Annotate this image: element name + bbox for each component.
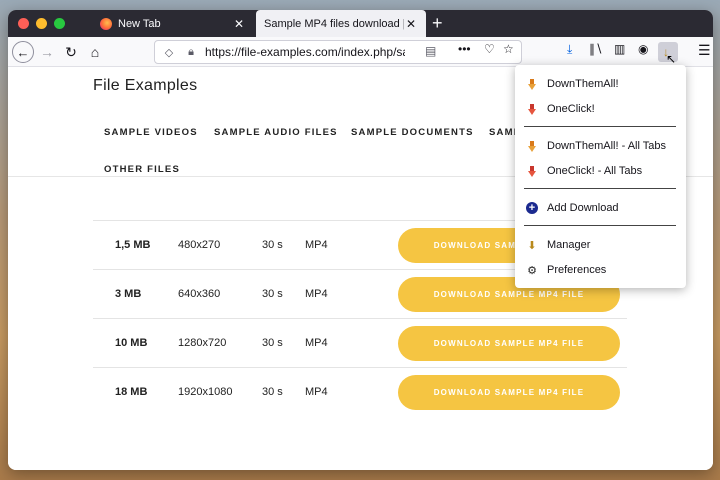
reload-button[interactable]: ↻ xyxy=(62,42,80,62)
shield-icon[interactable]: ◇ xyxy=(161,46,177,59)
menu-item-preferences[interactable]: ⚙︎ Preferences xyxy=(525,260,606,280)
extension-menu: DownThemAll! OneClick! DownThemAll! - Al… xyxy=(515,65,686,288)
nav-other-files[interactable]: OTHER FILES xyxy=(104,164,180,175)
oneclick-icon xyxy=(525,102,539,116)
back-button[interactable]: ← xyxy=(12,41,34,63)
file-resolution: 640x360 xyxy=(178,288,221,300)
file-size: 1,5 MB xyxy=(115,239,151,251)
new-tab-button[interactable]: + xyxy=(432,13,443,34)
file-resolution: 1920x1080 xyxy=(178,386,233,398)
tab-close-icon[interactable]: ✕ xyxy=(404,17,418,31)
oneclick-icon xyxy=(525,164,539,178)
pocket-icon[interactable]: ♡ xyxy=(484,42,495,56)
menu-item-oneclick[interactable]: OneClick! xyxy=(525,99,595,119)
lock-icon[interactable]: 🔒︎ xyxy=(183,46,199,59)
download-button[interactable]: DOWNLOAD SAMPLE MP4 FILE xyxy=(398,375,620,410)
file-format: MP4 xyxy=(305,288,328,300)
window-controls xyxy=(18,18,65,29)
downloads-icon[interactable]: ⤓ xyxy=(567,42,572,57)
menu-item-add-download[interactable]: + Add Download xyxy=(525,198,619,218)
tab-strip: New Tab ✕ Sample MP4 files download | Fi… xyxy=(8,10,713,37)
menu-item-label: DownThemAll! xyxy=(547,78,619,90)
tab-sample-mp4[interactable]: Sample MP4 files download | File Ex ✕ xyxy=(256,10,426,37)
forward-button[interactable]: → xyxy=(38,42,56,62)
menu-item-label: Manager xyxy=(547,239,591,251)
file-resolution: 480x270 xyxy=(178,239,221,251)
menu-separator xyxy=(524,126,676,127)
nav-sample-documents[interactable]: SAMPLE DOCUMENTS xyxy=(351,127,474,138)
maximize-window-button[interactable] xyxy=(54,18,65,29)
reader-view-icon[interactable]: ▤ xyxy=(425,44,436,58)
file-format: MP4 xyxy=(305,239,328,251)
file-format: MP4 xyxy=(305,337,328,349)
menu-item-label: OneClick! xyxy=(547,103,595,115)
file-size: 10 MB xyxy=(115,337,148,349)
menu-separator xyxy=(524,225,676,226)
table-row: 10 MB 1280x720 30 s MP4 DOWNLOAD SAMPLE … xyxy=(93,318,627,367)
tab-title: Sample MP4 files download | File Ex xyxy=(264,17,404,30)
minimize-window-button[interactable] xyxy=(36,18,47,29)
file-duration: 30 s xyxy=(262,288,283,300)
home-button[interactable]: ⌂ xyxy=(86,42,104,62)
menu-item-oneclick-all-tabs[interactable]: OneClick! - All Tabs xyxy=(525,161,642,181)
sidebar-icon[interactable]: ▥ xyxy=(614,42,625,56)
manager-icon: ⬇︎ xyxy=(527,239,537,252)
tab-new-tab[interactable]: New Tab ✕ xyxy=(92,10,254,37)
downthemall-icon xyxy=(525,77,539,91)
menu-item-label: OneClick! - All Tabs xyxy=(547,165,643,177)
page-actions-icon[interactable]: ••• xyxy=(458,42,471,56)
download-button[interactable]: DOWNLOAD SAMPLE MP4 FILE xyxy=(398,326,620,361)
menu-item-label: Preferences xyxy=(547,264,607,276)
bookmark-star-icon[interactable]: ☆ xyxy=(503,42,514,56)
menu-item-manager[interactable]: ⬇︎ Manager xyxy=(525,235,590,255)
file-duration: 30 s xyxy=(262,386,283,398)
app-menu-icon[interactable]: ☰ xyxy=(698,42,711,59)
menu-item-label: Add Download xyxy=(547,202,619,214)
nav-sample-videos[interactable]: SAMPLE VIDEOS xyxy=(104,127,198,138)
table-row: 18 MB 1920x1080 30 s MP4 DOWNLOAD SAMPLE… xyxy=(93,367,627,416)
library-icon[interactable]: ∥∖ xyxy=(589,42,603,56)
menu-item-downthemall[interactable]: DownThemAll! xyxy=(525,74,619,94)
menu-item-label: DownThemAll! - All Tabs xyxy=(547,140,667,152)
file-size: 18 MB xyxy=(115,386,148,398)
menu-item-downthemall-all-tabs[interactable]: DownThemAll! - All Tabs xyxy=(525,136,666,156)
tab-close-icon[interactable]: ✕ xyxy=(232,17,246,31)
file-format: MP4 xyxy=(305,386,328,398)
downthemall-icon xyxy=(525,139,539,153)
site-title[interactable]: File Examples xyxy=(93,77,197,95)
close-window-button[interactable] xyxy=(18,18,29,29)
add-icon: + xyxy=(525,201,539,215)
account-icon[interactable]: ◉ xyxy=(638,42,648,56)
navigation-bar: ← → ↻ ⌂ ◇ 🔒︎ https://file-examples.com/i… xyxy=(8,37,713,67)
file-duration: 30 s xyxy=(262,337,283,349)
tab-title: New Tab xyxy=(118,17,161,30)
file-duration: 30 s xyxy=(262,239,283,251)
gear-icon: ⚙︎ xyxy=(527,264,537,277)
url-text[interactable]: https://file-examples.com/index.php/samp xyxy=(205,45,405,59)
nav-sample-audio[interactable]: SAMPLE AUDIO FILES xyxy=(214,127,338,138)
file-size: 3 MB xyxy=(115,288,142,300)
file-resolution: 1280x720 xyxy=(178,337,227,349)
mouse-cursor-icon: ↖ xyxy=(666,52,677,66)
firefox-icon xyxy=(100,17,112,30)
menu-separator xyxy=(524,188,676,189)
